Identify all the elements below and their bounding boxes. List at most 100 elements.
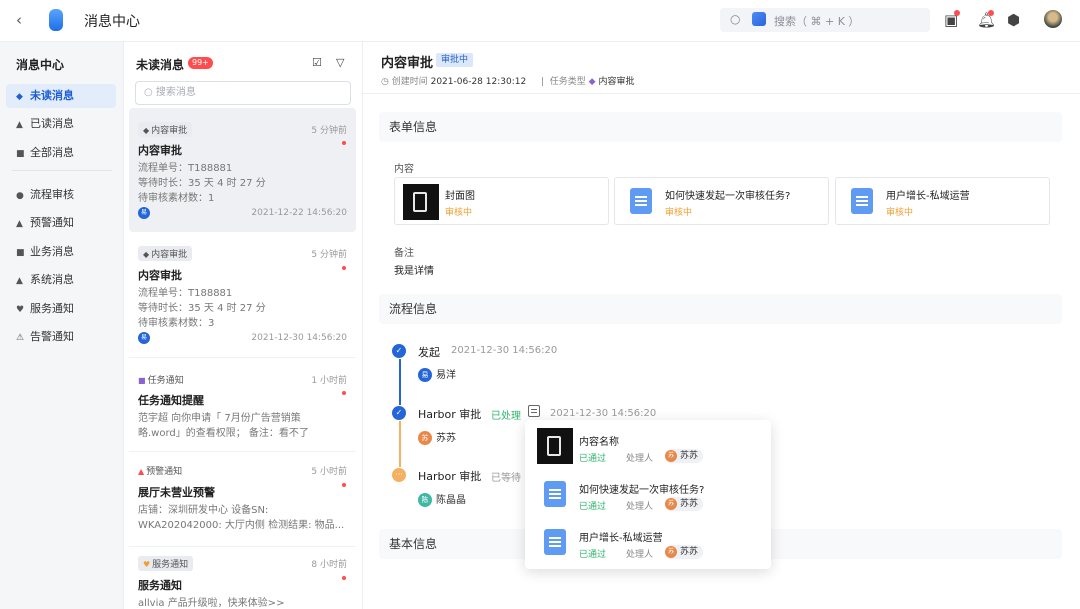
message-tag: ▲ 预警通知: [138, 463, 187, 478]
person-name: 苏苏: [680, 499, 699, 509]
cover-thumbnail: [537, 428, 573, 464]
list-item[interactable]: ■ 任务通知 1 小时前 任务通知提醒 范宇超 向你申请「 7月份广告营销策 略.…: [129, 360, 356, 452]
message-title: 服务通知: [138, 579, 182, 592]
step-state: 已处理: [491, 411, 521, 422]
sidebar-item-label: 预警通知: [30, 216, 74, 229]
avatar: 易: [418, 368, 432, 382]
document-icon: [544, 481, 566, 507]
content-card-cover[interactable]: 封面图 审核中: [394, 177, 609, 225]
task-icon: ■: [138, 376, 146, 385]
step-person: 易易洋: [418, 366, 456, 382]
popover-item[interactable]: 内容名称 已通过 处理人 苏苏苏: [537, 424, 759, 468]
list-item[interactable]: ♥ 服务通知 8 小时前 服务通知 allvia 产品升级啦，快来体验>>: [129, 548, 356, 609]
search-placeholder: 搜索（ ⌘ + K ）: [774, 15, 860, 28]
card-status: 审核中: [665, 208, 693, 218]
bell-icon: ▲: [138, 467, 145, 476]
type-meta: | 任务类型 ◆ 内容审批: [541, 77, 635, 87]
item-name: 内容名称: [579, 437, 619, 448]
app-logo: [49, 9, 63, 31]
message-title: 展厅未营业预警: [138, 486, 215, 499]
avatar: 易: [138, 332, 150, 344]
sidebar-item-flow-review[interactable]: ● 流程审核: [6, 183, 116, 207]
sidebar-item-system[interactable]: ▲ 系统消息: [6, 268, 116, 292]
page-title: 内容审批: [381, 56, 434, 71]
timeline-line: [399, 421, 401, 467]
sidebar-item-alarm[interactable]: ⚠ 告警通知: [6, 325, 116, 349]
section-form-info: 表单信息: [379, 112, 1062, 142]
avatar[interactable]: [1044, 10, 1062, 28]
review-popover: 内容名称 已通过 处理人 苏苏苏 如何快速发起一次审核任务? 已通过 处理人 苏…: [525, 420, 771, 569]
message-time: 8 小时前: [311, 560, 347, 570]
avatar: 苏: [665, 545, 677, 558]
item-status: 已通过: [579, 550, 607, 560]
sidebar-item-label: 业务消息: [30, 245, 74, 258]
global-search[interactable]: ○ 搜索（ ⌘ + K ）: [720, 8, 930, 32]
step-person: 陈陈晶晶: [418, 491, 466, 507]
bell-icon: ▲: [16, 276, 23, 286]
handler-chip: 苏苏苏: [665, 449, 704, 463]
sidebar-item-all[interactable]: ■ 全部消息: [6, 141, 116, 165]
remark-label: 备注: [394, 248, 414, 259]
person-name: 苏苏: [680, 547, 699, 557]
unread-dot: [342, 576, 346, 580]
sidebar-item-label: 系统消息: [30, 273, 74, 286]
card-name: 如何快速发起一次审核任务?: [665, 191, 791, 202]
sidebar-item-label: 服务通知: [30, 302, 74, 315]
message-search-input[interactable]: ○ 搜索消息: [135, 81, 351, 105]
list-title: 未读消息: [136, 58, 185, 72]
popover-item[interactable]: 用户增长-私域运营 已通过 处理人 苏苏苏: [537, 520, 759, 564]
tag-label: 任务通知: [147, 376, 184, 386]
message-time: 1 小时前: [311, 376, 347, 386]
sidebar-item-business[interactable]: ■ 业务消息: [6, 240, 116, 264]
warning-icon: ⚠: [16, 333, 25, 343]
message-line: allvia 产品升级啦，快来体验>>: [138, 598, 285, 609]
list-item[interactable]: ◆ 内容审批 5 分钟前 内容审批 流程单号：T188881 等待时长：35 天 …: [129, 234, 356, 358]
grid-icon: ■: [16, 248, 25, 258]
handler-chip: 苏苏苏: [665, 545, 704, 559]
settings-icon[interactable]: ⬢: [1007, 11, 1020, 29]
avatar: 易: [138, 207, 150, 219]
popover-item[interactable]: 如何快速发起一次审核任务? 已通过 处理人 苏苏苏: [537, 472, 759, 516]
cover-thumbnail: [403, 184, 439, 220]
message-line: WKA202042000: 大厅内侧 检测结果: 物品...: [138, 520, 345, 531]
chevron-left-icon[interactable]: ‹: [16, 11, 22, 29]
avatar: 苏: [665, 449, 677, 462]
item-status: 已通过: [579, 502, 607, 512]
section-flow-info: 流程信息: [379, 294, 1062, 324]
review-detail-icon[interactable]: [528, 405, 540, 417]
handler-label: 处理人: [626, 454, 654, 464]
document-icon: [544, 529, 566, 555]
content-card-doc[interactable]: 如何快速发起一次审核任务? 审核中: [614, 177, 829, 225]
sidebar-item-read[interactable]: ▲ 已读消息: [6, 112, 116, 136]
step-title: Harbor 审批: [418, 470, 482, 483]
heart-icon: ♥: [143, 560, 151, 569]
step-title: Harbor 审批: [418, 408, 482, 421]
person-name: 苏苏: [680, 451, 699, 461]
unread-dot: [342, 483, 346, 487]
message-time: 5 分钟前: [311, 250, 347, 260]
person-name: 易洋: [436, 370, 456, 381]
bell-icon: ▲: [16, 120, 23, 130]
avatar: 苏: [418, 431, 432, 445]
unread-count-badge: 99+: [188, 57, 213, 69]
filter-icon[interactable]: ▽: [336, 56, 344, 69]
card-name: 封面图: [445, 191, 475, 202]
step-time: 2021-12-30 14:56:20: [550, 408, 657, 419]
sidebar-item-label: 告警通知: [30, 330, 74, 343]
message-line: 店铺：深圳研发中心 设备SN:: [138, 505, 269, 516]
message-title: 内容审批: [138, 269, 182, 282]
approval-icon: ◆: [143, 250, 150, 259]
sidebar-item-unread[interactable]: ◆ 未读消息: [6, 84, 116, 108]
sidebar-item-early-warning[interactable]: ▲ 预警通知: [6, 211, 116, 235]
list-item[interactable]: ▲ 预警通知 5 小时前 展厅未营业预警 店铺：深圳研发中心 设备SN: WKA2…: [129, 453, 356, 547]
notification-dot: [988, 10, 994, 16]
check-all-icon[interactable]: ☑: [312, 56, 322, 69]
sidebar-item-service[interactable]: ♥ 服务通知: [6, 297, 116, 321]
list-item[interactable]: ◆ 内容审批 5 分钟前 内容审批 流程单号：T188881 等待时长：35 天 …: [129, 108, 356, 232]
user-icon: ●: [16, 191, 24, 201]
content-label: 内容: [394, 164, 414, 175]
handler-label: 处理人: [626, 502, 654, 512]
content-card-doc[interactable]: 用户增长-私域运营 审核中: [835, 177, 1050, 225]
message-title: 任务通知提醒: [138, 394, 204, 407]
person-name: 陈晶晶: [436, 495, 466, 506]
